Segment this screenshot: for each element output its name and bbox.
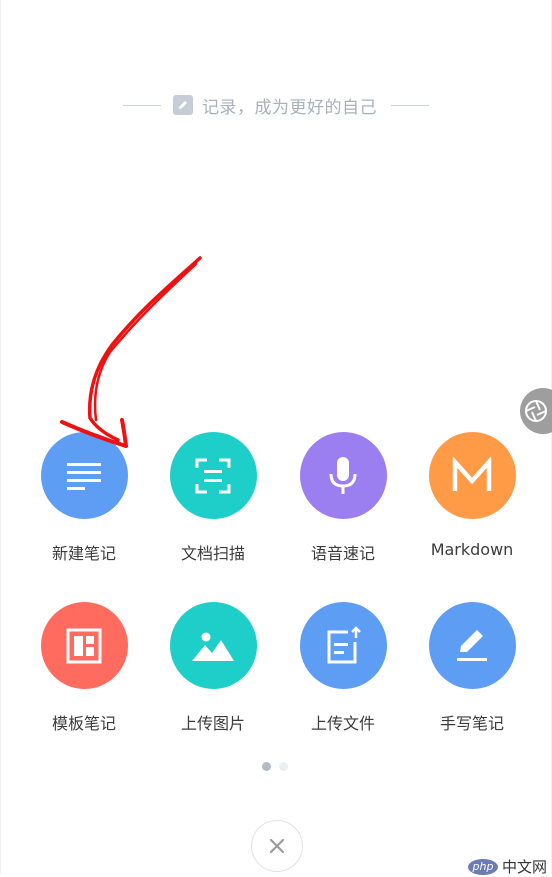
action-label: 上传文件 bbox=[310, 714, 375, 733]
action-label: 语音速记 bbox=[310, 544, 375, 563]
pagination-dots bbox=[262, 762, 288, 771]
action-template-note[interactable]: 模板笔记 bbox=[24, 602, 144, 742]
slogan-text: 记录，成为更好的自己 bbox=[202, 97, 377, 118]
action-markdown[interactable]: Markdown bbox=[412, 432, 532, 572]
lines-icon bbox=[67, 462, 101, 490]
handwrite-note-circle[interactable] bbox=[428, 602, 516, 689]
scan-icon bbox=[195, 458, 231, 493]
handwrite-icon bbox=[457, 629, 487, 661]
image-icon bbox=[192, 632, 234, 661]
action-voice-note[interactable]: 语音速记 bbox=[283, 432, 403, 572]
action-label: 模板笔记 bbox=[51, 714, 116, 733]
action-doc-scan[interactable]: 文档扫描 bbox=[153, 432, 273, 572]
markdown-circle[interactable] bbox=[428, 432, 516, 519]
close-icon bbox=[269, 838, 285, 854]
slogan-line-right bbox=[391, 104, 429, 106]
new-note-circle[interactable] bbox=[40, 432, 128, 519]
action-label: 新建笔记 bbox=[51, 544, 116, 563]
action-new-note[interactable]: 新建笔记 bbox=[24, 432, 144, 572]
template-icon bbox=[66, 628, 102, 663]
m-letter-icon bbox=[452, 456, 492, 491]
upload-image-circle[interactable] bbox=[169, 602, 257, 689]
file-upload-icon bbox=[327, 625, 361, 663]
watermark-logo: php bbox=[468, 858, 498, 875]
action-handwrite-note[interactable]: 手写笔记 bbox=[412, 602, 532, 742]
slogan: 记录，成为更好的自己 bbox=[0, 92, 552, 118]
pencil-icon bbox=[173, 95, 193, 115]
slogan-line-left bbox=[123, 104, 161, 106]
voice-note-circle[interactable] bbox=[299, 432, 387, 519]
watermark-text: 中文网 bbox=[502, 858, 548, 876]
action-label: Markdown bbox=[430, 540, 514, 559]
close-button[interactable] bbox=[251, 820, 303, 872]
shutter-icon bbox=[525, 400, 547, 422]
doc-scan-circle[interactable] bbox=[169, 432, 257, 519]
microphone-icon bbox=[329, 456, 357, 494]
action-upload-file[interactable]: 上传文件 bbox=[283, 602, 403, 742]
page-dot-active[interactable] bbox=[262, 762, 271, 771]
page-dot[interactable] bbox=[279, 762, 288, 771]
upload-file-circle[interactable] bbox=[299, 602, 387, 689]
action-label: 上传图片 bbox=[180, 714, 245, 733]
watermark: php 中文网 bbox=[468, 856, 547, 877]
template-note-circle[interactable] bbox=[40, 602, 128, 689]
action-label: 手写笔记 bbox=[439, 714, 504, 733]
action-label: 文档扫描 bbox=[180, 544, 245, 563]
action-upload-image[interactable]: 上传图片 bbox=[153, 602, 273, 742]
